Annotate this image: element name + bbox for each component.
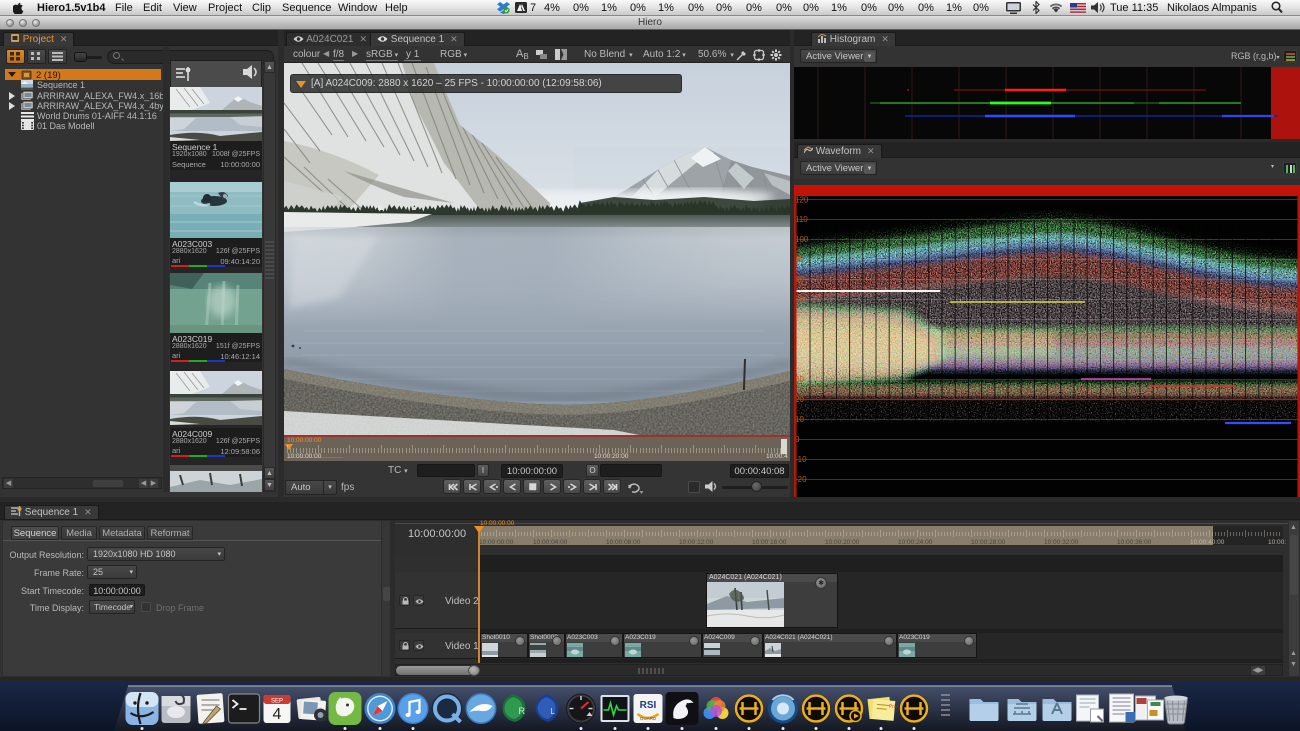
svg-text:GUARD: GUARD [640, 716, 657, 721]
svg-text:120: 120 [795, 196, 809, 205]
svg-text:L: L [551, 707, 556, 716]
svg-text:Prio: Prio [889, 703, 899, 710]
svg-text:SEP: SEP [271, 699, 283, 705]
svg-text:100: 100 [795, 235, 809, 244]
svg-text:110: 110 [795, 215, 808, 224]
svg-text:RSI: RSI [640, 700, 657, 711]
svg-text:-20: -20 [795, 475, 807, 484]
svg-text:4: 4 [273, 706, 282, 723]
svg-text:R: R [519, 706, 526, 716]
svg-text:-10: -10 [795, 455, 807, 464]
